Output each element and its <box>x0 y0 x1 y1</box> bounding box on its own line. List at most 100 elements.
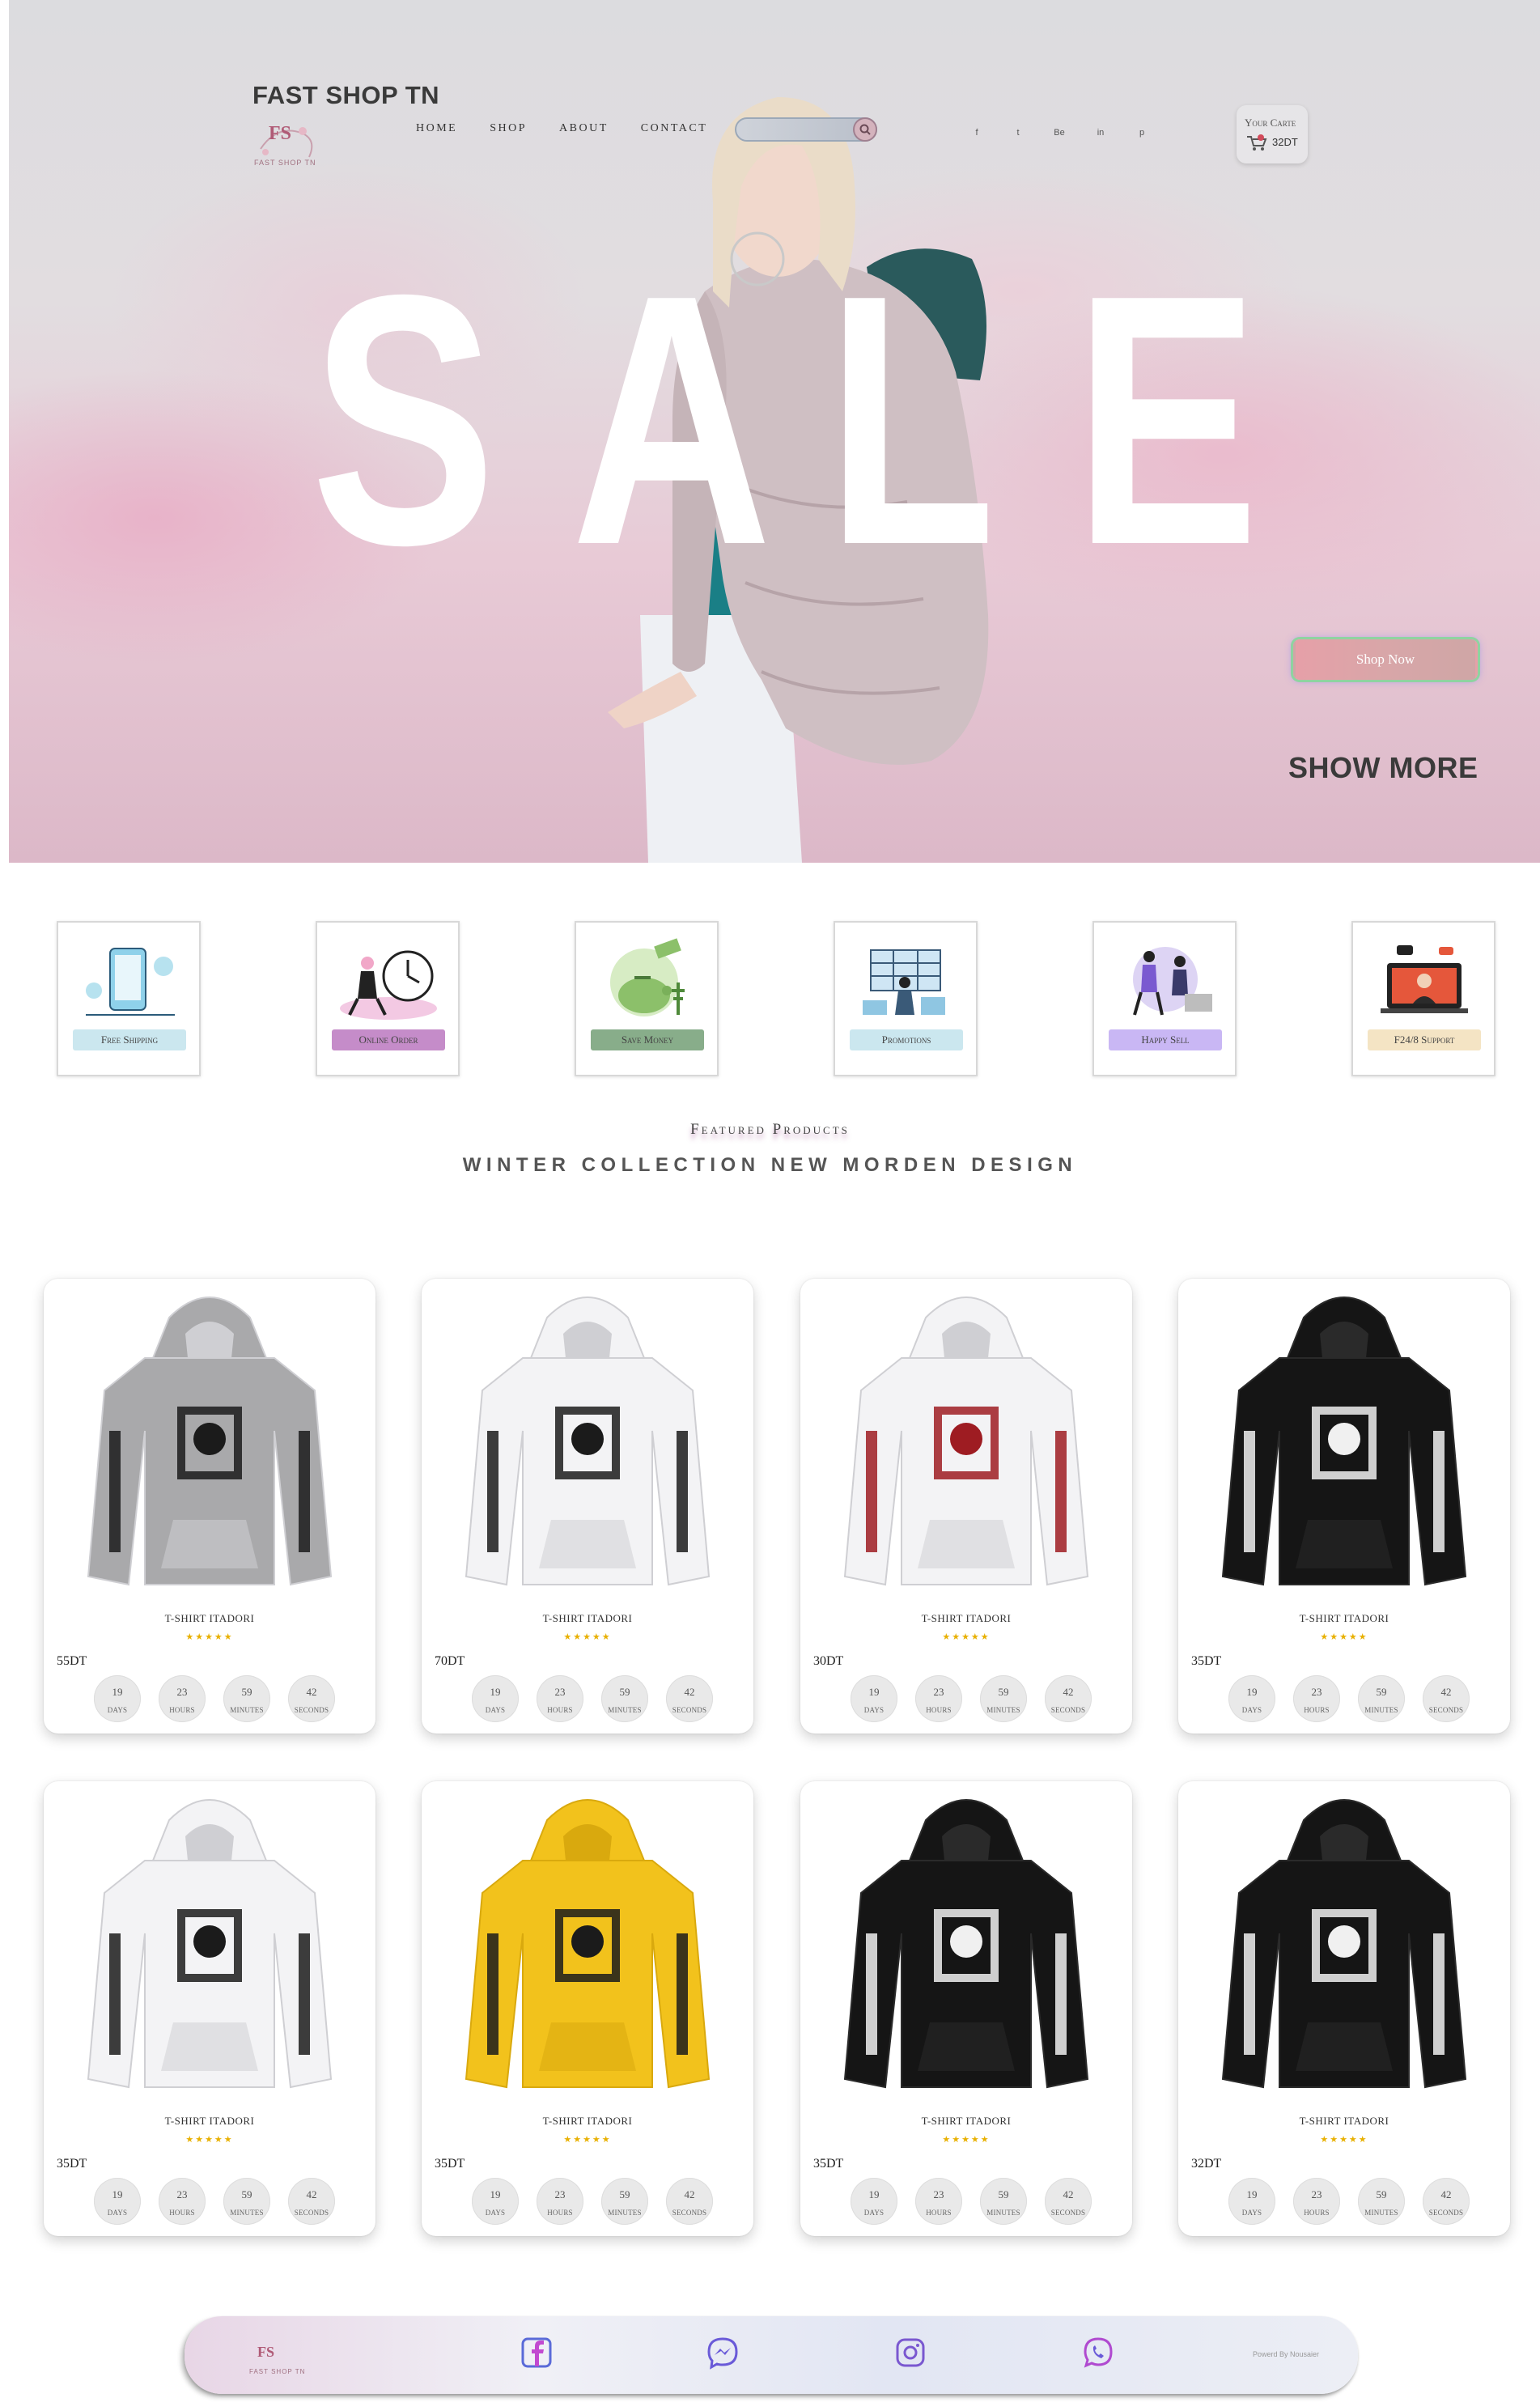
feature-support: F24/8 Support <box>1351 921 1495 1076</box>
countdown-unit: 42 SECONDS <box>288 2178 335 2225</box>
product-price: 32DT <box>1191 2157 1222 2171</box>
countdown-unit: 23 HOURS <box>537 2178 583 2225</box>
product-name: T-SHIRT ITADORI <box>542 1612 633 1624</box>
product-price: 35DT <box>813 2157 844 2171</box>
countdown-unit: 59 MINUTES <box>223 2178 270 2225</box>
countdown-label: SECONDS <box>672 2209 707 2217</box>
sale-letter-a: A <box>571 222 772 619</box>
whatsapp-icon[interactable] <box>1080 2334 1117 2371</box>
show-more-link[interactable]: SHOW MORE <box>1288 751 1478 785</box>
countdown-timer: 19 DAYS 23 HOURS 59 MINUTES 42 SECONDS <box>1228 1675 1487 1722</box>
countdown-label: HOURS <box>926 2209 952 2217</box>
hoodie-image[interactable] <box>72 1788 347 2095</box>
countdown-label: MINUTES <box>230 2209 264 2217</box>
rating-stars: ★★★★★ <box>942 1632 991 1642</box>
countdown-label: DAYS <box>107 1706 128 1714</box>
messenger-icon[interactable] <box>704 2334 741 2371</box>
piggy-bank-icon <box>610 938 685 1016</box>
countdown-value: 42 <box>306 1686 317 1698</box>
search-button[interactable] <box>853 117 877 142</box>
nav-home[interactable]: HOME <box>416 122 457 135</box>
nav-about[interactable]: ABOUT <box>559 122 609 135</box>
countdown-value: 19 <box>490 1686 501 1698</box>
pinterest-icon[interactable]: p <box>1136 127 1148 138</box>
shop-now-button[interactable]: Shop Now <box>1293 639 1478 680</box>
countdown-label: HOURS <box>1304 2209 1330 2217</box>
countdown-unit: 23 HOURS <box>1293 1675 1340 1722</box>
countdown-value: 19 <box>490 2188 501 2200</box>
countdown-value: 42 <box>684 2188 695 2200</box>
footer-logo-sub: FAST SHOP TN <box>249 2368 306 2375</box>
footer-logo[interactable]: FS FAST SHOP TN <box>249 2344 304 2375</box>
footer-logo-text: FS <box>257 2344 275 2360</box>
product-name: T-SHIRT ITADORI <box>921 1612 1012 1624</box>
product-card[interactable]: T-SHIRT ITADORI ★★★★★ 55DT 19 DAYS 23 HOURS 59 M… <box>44 1279 375 1734</box>
product-price: 35DT <box>435 2157 465 2171</box>
countdown-label: DAYS <box>863 1706 885 1714</box>
hoodie-image[interactable] <box>1207 1285 1482 1593</box>
nav-shop[interactable]: SHOP <box>490 122 527 135</box>
countdown-label: MINUTES <box>1364 2209 1398 2217</box>
brand[interactable]: FAST SHOP TN FS FAST SHOP TN <box>252 81 455 167</box>
nav-contact[interactable]: CONTACT <box>641 122 708 135</box>
countdown-unit: 42 SECONDS <box>666 2178 713 2225</box>
product-card[interactable]: T-SHIRT ITADORI ★★★★★ 70DT 19 DAYS 23 HOURS 59 M… <box>422 1279 753 1734</box>
promotions-icon <box>863 949 945 1015</box>
search-input[interactable] <box>735 117 877 142</box>
countdown-value: 42 <box>1063 1686 1074 1698</box>
feature-label: Save Money <box>591 1029 704 1050</box>
countdown-label: DAYS <box>485 2209 506 2217</box>
linkedin-icon[interactable]: in <box>1095 127 1106 138</box>
countdown-unit: 23 HOURS <box>537 1675 583 1722</box>
countdown-unit: 59 MINUTES <box>1358 1675 1405 1722</box>
countdown-value: 59 <box>998 2188 1009 2200</box>
hoodie-image[interactable] <box>829 1788 1104 2095</box>
support-laptop-icon <box>1381 945 1468 1013</box>
happy-sell-icon <box>1133 947 1212 1016</box>
product-price: 55DT <box>57 1654 87 1668</box>
countdown-label: SECONDS <box>672 1706 707 1714</box>
product-card[interactable]: T-SHIRT ITADORI ★★★★★ 35DT 19 DAYS 23 HOURS 59 M… <box>1178 1279 1510 1734</box>
product-name: T-SHIRT ITADORI <box>1299 2115 1389 2127</box>
countdown-unit: 19 DAYS <box>94 1675 141 1722</box>
product-card[interactable]: T-SHIRT ITADORI ★★★★★ 35DT 19 DAYS 23 HOURS 59 M… <box>422 1781 753 2236</box>
feature-label: Online Order <box>332 1029 445 1050</box>
instagram-icon[interactable] <box>892 2334 929 2371</box>
countdown-value: 59 <box>241 1686 252 1698</box>
hoodie-image[interactable] <box>72 1285 347 1593</box>
countdown-timer: 19 DAYS 23 HOURS 59 MINUTES 42 SECONDS <box>472 1675 731 1722</box>
countdown-value: 23 <box>933 1686 944 1698</box>
facebook-icon[interactable]: f <box>971 127 982 138</box>
countdown-value: 23 <box>176 1686 188 1698</box>
product-card[interactable]: T-SHIRT ITADORI ★★★★★ 30DT 19 DAYS 23 HOURS 59 M… <box>800 1279 1132 1734</box>
hoodie-image[interactable] <box>450 1285 725 1593</box>
behance-icon[interactable]: Be <box>1054 127 1065 138</box>
countdown-unit: 59 MINUTES <box>1358 2178 1405 2225</box>
countdown-label: SECONDS <box>1050 2209 1086 2217</box>
countdown-value: 19 <box>868 1686 880 1698</box>
hoodie-image[interactable] <box>450 1788 725 2095</box>
feature-online-order: Online Order <box>316 921 460 1076</box>
countdown-unit: 23 HOURS <box>159 2178 206 2225</box>
product-card[interactable]: T-SHIRT ITADORI ★★★★★ 32DT 19 DAYS 23 HOURS 59 M… <box>1178 1781 1510 2236</box>
product-card[interactable]: T-SHIRT ITADORI ★★★★★ 35DT 19 DAYS 23 HOURS 59 M… <box>44 1781 375 2236</box>
feature-label: Promotions <box>850 1029 963 1050</box>
product-price: 35DT <box>1191 1654 1222 1668</box>
facebook-icon[interactable] <box>518 2334 555 2371</box>
hoodie-image[interactable] <box>829 1285 1104 1593</box>
countdown-value: 19 <box>1246 1686 1258 1698</box>
countdown-unit: 59 MINUTES <box>601 2178 648 2225</box>
countdown-unit: 42 SECONDS <box>288 1675 335 1722</box>
cart-widget[interactable]: Your Carte 32DT <box>1237 105 1308 163</box>
countdown-label: MINUTES <box>608 2209 642 2217</box>
countdown-label: HOURS <box>547 1706 573 1714</box>
countdown-timer: 19 DAYS 23 HOURS 59 MINUTES 42 SECONDS <box>94 1675 353 1722</box>
countdown-unit: 59 MINUTES <box>601 1675 648 1722</box>
countdown-value: 42 <box>684 1686 695 1698</box>
countdown-unit: 23 HOURS <box>915 2178 962 2225</box>
twitter-icon[interactable]: t <box>1012 127 1024 138</box>
countdown-unit: 42 SECONDS <box>1423 2178 1470 2225</box>
product-card[interactable]: T-SHIRT ITADORI ★★★★★ 35DT 19 DAYS 23 HOURS 59 M… <box>800 1781 1132 2236</box>
rating-stars: ★★★★★ <box>563 2135 612 2145</box>
hoodie-image[interactable] <box>1207 1788 1482 2095</box>
